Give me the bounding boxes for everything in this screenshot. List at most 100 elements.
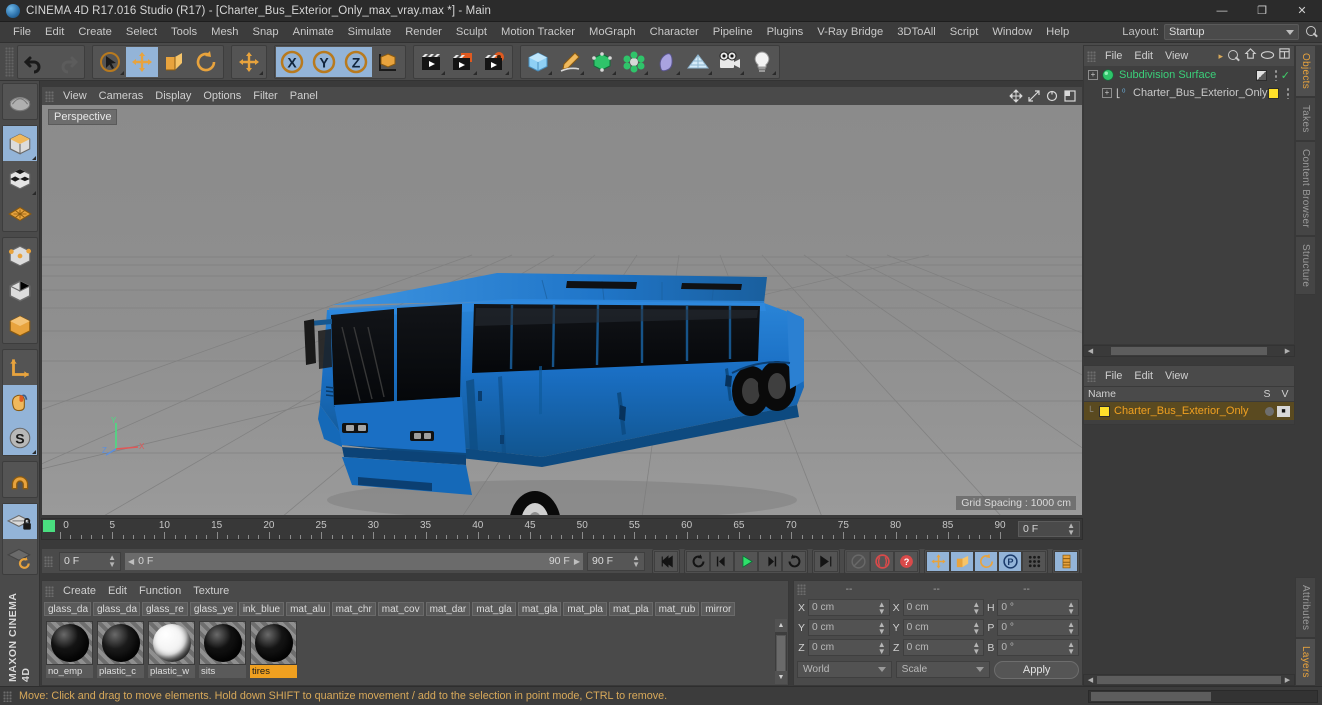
view-icon[interactable]: ■ [1277,405,1290,417]
menu-snap[interactable]: Snap [245,24,285,40]
material-swatch-grid[interactable]: no_emp plastic_c plastic_w sits tires [42,617,788,682]
maximize-button[interactable]: ❐ [1242,0,1282,22]
object-manager-menu-view[interactable]: View [1159,49,1194,63]
side-tab-objects[interactable]: Objects [1295,45,1315,98]
material-tag-list[interactable]: └ Charter_Bus_Exterior_Only ■ [1084,402,1294,424]
viewport-menu-filter[interactable]: Filter [247,89,283,103]
current-frame-marker[interactable] [43,520,55,532]
material-name-chip-row[interactable]: glass_da glass_da glass_re glass_ye ink_blue… [42,601,788,617]
end-frame-field[interactable]: 90 F ▲ ▼ [587,551,645,571]
side-tab-content-browser[interactable]: Content Browser [1295,140,1315,236]
x-axis-icon[interactable]: X [276,46,308,77]
menu-plugins[interactable]: Plugins [760,24,811,40]
material-name-chip[interactable]: mirror [701,602,736,616]
material-preview[interactable] [46,621,93,665]
material-manager-menu-create[interactable]: Create [57,584,102,598]
preview-range-bar[interactable]: ◀ 0 F 90 F ▶ [124,551,584,571]
menu-simulate[interactable]: Simulate [341,24,399,40]
apply-button[interactable]: Apply [994,660,1080,679]
expand-toggle-icon[interactable]: + [1102,88,1112,98]
side-tab-layers[interactable]: Layers [1295,638,1315,686]
menu-window[interactable]: Window [985,24,1039,40]
layout-select[interactable]: Startup [1164,24,1299,40]
deformer-icon[interactable] [650,46,682,77]
y-axis-icon[interactable]: Y [308,46,340,77]
step-back-icon[interactable] [710,550,734,572]
render-settings-icon[interactable] [479,46,511,77]
scrollbar-thumb[interactable] [1091,691,1211,701]
axis-modification-icon[interactable] [3,350,37,385]
model-mode-icon[interactable] [2,126,37,161]
material-tag-menu-file[interactable]: File [1099,369,1128,383]
side-tab-structure[interactable]: Structure [1295,235,1315,295]
search-icon[interactable] [1304,25,1319,40]
spinner-icon[interactable]: ▲ ▼ [878,620,886,635]
viewport-canvas[interactable]: Perspective Grid Spacing : 1000 cm Y X Z [42,105,1082,515]
panel-grip-icon[interactable] [3,690,12,702]
panel-grip-icon[interactable] [1087,50,1096,62]
menu-3dtoall[interactable]: 3DToAll [890,24,943,40]
move-icon[interactable] [126,46,158,77]
material-name-chip[interactable]: mat_gla [472,602,516,616]
home-icon[interactable] [1244,47,1257,65]
parameter-key-icon[interactable]: P [998,550,1022,572]
spinner-icon[interactable]: ▲ ▼ [1067,522,1075,537]
point-level-animation-icon[interactable] [1022,550,1046,572]
play-icon[interactable] [734,550,758,572]
scrollbar-thumb[interactable] [1097,676,1281,684]
material-name-chip[interactable]: glass_ye [189,602,237,616]
frame-ruler[interactable]: 0 5 10 15 20 25 30 35 40 45 50 55 60 65 70 75 80 85 90 [42,519,1016,539]
panel-grip-icon[interactable] [44,555,53,567]
menu-help[interactable]: Help [1039,24,1076,40]
object-manager-hscrollbar[interactable]: ◀ ▶ [1083,345,1295,357]
material-name-chip[interactable]: glass_re [142,602,188,616]
polygons-mode-icon[interactable] [3,308,37,343]
menu-character[interactable]: Character [643,24,706,40]
environment-floor-icon[interactable] [682,46,714,77]
material-cell[interactable]: tires [250,621,297,678]
material-cell[interactable]: plastic_w [148,621,195,678]
scale-icon[interactable] [158,46,190,77]
menu-mograph[interactable]: MoGraph [582,24,643,40]
material-preview[interactable] [250,621,297,665]
go-to-start-icon[interactable] [654,550,678,572]
spline-pen-icon[interactable] [554,46,586,77]
visibility-dots-icon[interactable] [1286,87,1290,99]
menu-pipeline[interactable]: Pipeline [706,24,760,40]
material-cell[interactable]: plastic_c [97,621,144,678]
menu-file[interactable]: File [6,24,38,40]
material-name-chip[interactable]: glass_da [93,602,140,616]
material-manager-menu-function[interactable]: Function [133,584,187,598]
scrollbar-thumb[interactable] [1111,347,1267,355]
object-manager-menu-edit[interactable]: Edit [1128,49,1159,63]
menu-sculpt[interactable]: Sculpt [449,24,494,40]
step-forward-icon[interactable] [758,550,782,572]
material-name-chip[interactable]: mat_alu [286,602,330,616]
cube-primitive-icon[interactable] [522,46,554,77]
material-cell[interactable]: no_emp [46,621,93,678]
material-preview[interactable] [148,621,195,665]
keyframe-selection-icon[interactable]: ? [894,550,918,572]
material-preview[interactable] [97,621,144,665]
coord-field-position[interactable]: 0 cm ▲ ▼ [808,599,890,616]
spinner-icon[interactable]: ▲ ▼ [1067,640,1075,655]
timeline-icon[interactable] [1054,550,1078,572]
material-manager-menu-texture[interactable]: Texture [187,584,235,598]
range-left-arrow-icon[interactable]: ◀ [128,557,134,566]
render-view-icon[interactable] [415,46,447,77]
scroll-right-icon[interactable]: ▶ [1281,676,1294,684]
search-icon[interactable] [1226,49,1241,64]
edges-mode-icon[interactable] [3,273,37,308]
spinner-icon[interactable]: ▲ ▼ [878,600,886,615]
planar-workplane-icon[interactable] [3,539,37,574]
close-button[interactable]: ✕ [1282,0,1322,22]
material-manager-menu-edit[interactable]: Edit [102,584,133,598]
scale-key-icon[interactable] [950,550,974,572]
spinner-icon[interactable]: ▲ ▼ [972,600,980,615]
material-name-chip[interactable]: mat_chr [331,602,376,616]
enable-viewport-solo-icon[interactable] [2,385,37,420]
chevron-right-icon[interactable]: ▸ [1218,51,1223,62]
texture-mode-icon[interactable] [3,161,37,196]
light-icon[interactable] [746,46,778,77]
object-tree[interactable]: + Subdivision Surface ✓ +0 Charter_Bus_Exter… [1084,66,1294,344]
